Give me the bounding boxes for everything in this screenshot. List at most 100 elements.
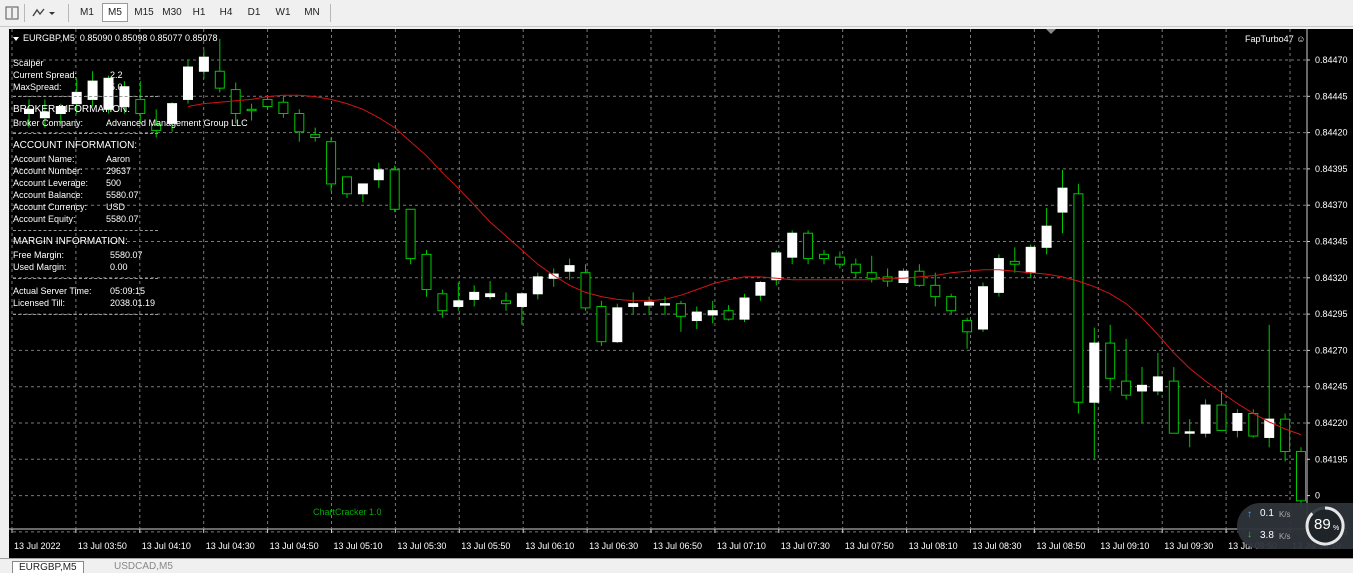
candle-body-bearish[interactable] bbox=[1168, 380, 1179, 434]
candle-body-bullish[interactable] bbox=[691, 311, 702, 322]
candlestick-plot[interactable]: 0.84470 0.84445 0.84420 0.84395 0.84370 0.843… bbox=[9, 29, 1353, 558]
candle-body-bullish[interactable] bbox=[373, 169, 384, 181]
candle-body-bullish[interactable] bbox=[532, 276, 543, 295]
candle-body-bearish[interactable] bbox=[866, 272, 877, 279]
candle-body-bearish[interactable] bbox=[1105, 342, 1116, 379]
candle-body-bearish[interactable] bbox=[262, 98, 273, 107]
candle-body-bearish[interactable] bbox=[278, 101, 289, 115]
candle-body-bullish[interactable] bbox=[1200, 404, 1211, 434]
price-chart[interactable]: 0.84470 0.84445 0.84420 0.84395 0.84370 0.843… bbox=[9, 29, 1353, 558]
expert-advisor-label[interactable]: FapTurbo47 ☺ bbox=[1245, 33, 1305, 45]
candle-body-bearish[interactable] bbox=[834, 256, 845, 265]
candle-body-bullish[interactable] bbox=[1041, 225, 1052, 248]
candle-body-bullish[interactable] bbox=[357, 183, 368, 195]
margin-header: MARGIN INFORMATION: bbox=[13, 236, 128, 247]
timeframe-h4[interactable]: H4 bbox=[213, 3, 239, 22]
candle-body-bullish[interactable] bbox=[628, 303, 639, 307]
candle-body-bearish[interactable] bbox=[437, 293, 448, 312]
candle-body-bearish[interactable] bbox=[803, 232, 814, 260]
candle-body-bearish[interactable] bbox=[723, 310, 734, 320]
candle-body-bullish[interactable] bbox=[898, 270, 909, 284]
timeframe-h1[interactable]: H1 bbox=[186, 3, 212, 22]
candle-body-bearish[interactable] bbox=[501, 300, 511, 305]
timeframe-d1[interactable]: D1 bbox=[241, 3, 267, 22]
candle-body-bearish[interactable] bbox=[246, 108, 257, 112]
spread-row-value: 5.0 bbox=[110, 82, 123, 92]
moving-average-line bbox=[187, 94, 1302, 436]
candle-body-bearish[interactable] bbox=[580, 272, 591, 309]
chart-menu-triangle-icon[interactable] bbox=[13, 36, 19, 41]
candle-body-bearish[interactable] bbox=[389, 169, 400, 210]
candle-body-bullish[interactable] bbox=[485, 293, 496, 298]
timeframe-m15[interactable]: M15 bbox=[130, 3, 158, 22]
timeframe-mn[interactable]: MN bbox=[298, 3, 326, 22]
candle-body-bullish[interactable] bbox=[469, 291, 480, 300]
chart-tab-eurgbp[interactable]: EURGBP,M5 bbox=[12, 561, 84, 573]
candle-body-bullish[interactable] bbox=[978, 286, 988, 330]
candle-body-bearish[interactable] bbox=[1296, 451, 1306, 502]
candle-body-bearish[interactable] bbox=[294, 113, 305, 133]
candle-body-bearish[interactable] bbox=[135, 98, 146, 115]
candle-body-bullish[interactable] bbox=[516, 293, 527, 307]
candle-body-bearish[interactable] bbox=[946, 296, 957, 312]
candle-body-bullish[interactable] bbox=[1152, 376, 1163, 392]
candle-body-bearish[interactable] bbox=[1009, 260, 1020, 265]
candle-body-bearish[interactable] bbox=[421, 253, 432, 291]
candle-body-bearish[interactable] bbox=[342, 176, 352, 195]
chart-scroll-marker-icon[interactable] bbox=[1046, 29, 1056, 34]
candle-body-bullish[interactable] bbox=[707, 310, 718, 316]
candle-body-bearish[interactable] bbox=[1280, 418, 1291, 453]
info-divider bbox=[13, 230, 158, 231]
candle-body-bullish[interactable] bbox=[1137, 384, 1147, 392]
candle-body-bullish[interactable] bbox=[183, 66, 193, 100]
info-divider bbox=[13, 133, 158, 134]
crosshair-tool-icon[interactable] bbox=[4, 3, 20, 22]
timeframe-m30[interactable]: M30 bbox=[158, 3, 186, 22]
margin-row-value: 0.00 bbox=[110, 262, 128, 272]
candle-body-bearish[interactable] bbox=[596, 305, 607, 343]
candle-body-bearish[interactable] bbox=[914, 270, 925, 286]
candle-body-bearish[interactable] bbox=[1248, 413, 1259, 437]
candle-body-bullish[interactable] bbox=[739, 297, 750, 320]
x-tick-label: 13 Jul 2022 bbox=[14, 541, 61, 551]
candle-body-bearish[interactable] bbox=[962, 320, 973, 333]
candle-body-bullish[interactable] bbox=[993, 258, 1004, 293]
candle-body-bullish[interactable] bbox=[564, 265, 575, 272]
candle-body-bearish[interactable] bbox=[675, 303, 686, 317]
network-monitor-widget[interactable]: ↑ 0.1 K/s ↓ 3.8 K/s 89 % bbox=[1237, 503, 1353, 549]
candle-body-bullish[interactable] bbox=[660, 303, 670, 306]
account-row-value: 29637 bbox=[106, 166, 132, 176]
timeframe-m5[interactable]: M5 bbox=[102, 3, 128, 22]
candle-body-bullish[interactable] bbox=[644, 301, 655, 306]
candle-body-bearish[interactable] bbox=[405, 208, 416, 260]
candle-body-bullish[interactable] bbox=[612, 307, 623, 343]
info-divider bbox=[13, 314, 158, 315]
candle-body-bearish[interactable] bbox=[850, 263, 861, 274]
chart-tab-bar: EURGBP,M5 USDCAD,M5 bbox=[0, 558, 1353, 573]
candle-body-bearish[interactable] bbox=[930, 284, 941, 298]
candle-body-bullish[interactable] bbox=[453, 300, 464, 307]
line-studies-icon[interactable] bbox=[30, 3, 60, 22]
timeframe-w1[interactable]: W1 bbox=[269, 3, 297, 22]
candle-body-bearish[interactable] bbox=[1121, 380, 1132, 396]
candle-body-bearish[interactable] bbox=[819, 253, 829, 260]
timeframe-m1[interactable]: M1 bbox=[74, 3, 100, 22]
candle-body-bullish[interactable] bbox=[771, 252, 782, 281]
candle-body-bullish[interactable] bbox=[71, 91, 82, 105]
candle-body-bullish[interactable] bbox=[1184, 431, 1195, 434]
candle-body-bullish[interactable] bbox=[755, 282, 766, 296]
candle-body-bullish[interactable] bbox=[1089, 342, 1100, 403]
candle-body-bullish[interactable] bbox=[198, 56, 209, 72]
candle-body-bearish[interactable] bbox=[326, 141, 337, 185]
download-unit: K/s bbox=[1279, 532, 1291, 541]
candle-body-bullish[interactable] bbox=[787, 232, 798, 258]
chart-tab-usdcad[interactable]: USDCAD,M5 bbox=[108, 561, 179, 573]
candle-body-bearish[interactable] bbox=[1216, 404, 1227, 431]
candle-body-bullish[interactable] bbox=[1232, 413, 1243, 431]
candle-body-bearish[interactable] bbox=[310, 134, 321, 138]
candle-body-bearish[interactable] bbox=[214, 70, 225, 89]
candle-body-bullish[interactable] bbox=[1057, 187, 1068, 213]
candle-body-bearish[interactable] bbox=[1073, 193, 1084, 403]
candle-body-bullish[interactable] bbox=[1025, 246, 1036, 274]
account-row-label: Account Currency: bbox=[13, 202, 88, 212]
